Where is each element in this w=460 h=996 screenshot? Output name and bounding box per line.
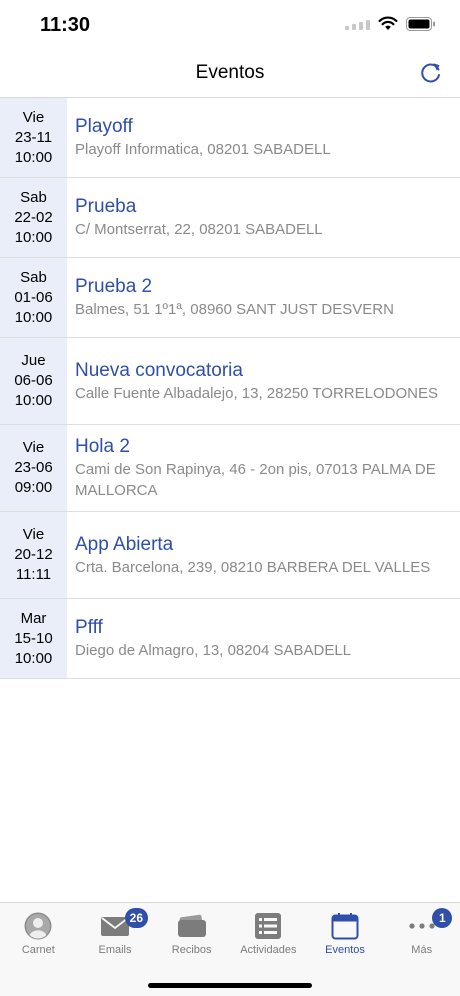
event-date-column: Jue 06-06 10:00 [0, 338, 67, 424]
event-title: Hola 2 [75, 436, 130, 457]
event-date: 06-06 [14, 372, 53, 389]
refresh-icon [421, 63, 440, 83]
event-address: Balmes, 51 1º1ª, 08960 SANT JUST DESVERN [75, 301, 394, 318]
battery-icon [406, 16, 436, 31]
tab-label: Más [411, 944, 433, 956]
cellular-signal-icon [345, 18, 370, 30]
event-date-column: Vie 20-12 11:11 [0, 512, 67, 598]
event-title: Pfff [75, 617, 103, 638]
event-time: 11:11 [15, 566, 52, 583]
event-date: 01-06 [14, 288, 53, 306]
tab-label: Eventos [325, 944, 365, 956]
event-info: App Abierta Crta. Barcelona, 239, 08210 B… [67, 512, 460, 598]
wallet-icon [177, 911, 207, 941]
event-time: 10:00 [14, 392, 53, 409]
tab-label: Emails [98, 944, 132, 956]
event-day: Sab [20, 188, 47, 206]
wifi-icon [378, 16, 398, 31]
tab-label: Carnet [21, 944, 55, 956]
event-time: 10:00 [14, 148, 53, 166]
event-title: Prueba 2 [75, 276, 153, 297]
event-date: 23-06 [14, 459, 53, 476]
event-title: Playoff [75, 116, 133, 137]
event-date-column: Sab 01-06 10:00 [0, 258, 67, 337]
event-day: Vie [22, 439, 45, 456]
event-title: Prueba [75, 196, 137, 217]
tab-carnet[interactable]: Carnet [0, 903, 77, 963]
event-time: 10:00 [14, 308, 53, 326]
event-row[interactable]: Vie 20-12 11:11 App Abierta Crta. Barcelona,… [0, 512, 460, 599]
notification-badge: 26 [124, 908, 149, 928]
screen: 11:30 Eventos Vie 23-11 10:00 Playoff Pl… [0, 0, 460, 996]
tab-emails[interactable]: Emails 26 [77, 903, 154, 963]
event-row[interactable]: Sab 22-02 10:00 Prueba C/ Montserrat, 22, 08… [0, 178, 460, 258]
event-address: Diego de Almagro, 13, 08204 SABADELL [75, 642, 352, 659]
tab-eventos[interactable]: Eventos [307, 903, 384, 963]
event-info: Pfff Diego de Almagro, 13, 08204 SABADELL [67, 599, 460, 678]
event-row[interactable]: Vie 23-11 10:00 Playoff Playoff Informatica,… [0, 98, 460, 178]
notification-badge: 1 [432, 908, 453, 928]
status-icons [345, 16, 436, 31]
event-time: 10:00 [14, 228, 53, 246]
event-list: Vie 23-11 10:00 Playoff Playoff Informatica,… [0, 98, 460, 679]
status-bar: 11:30 [0, 0, 460, 52]
event-title: App Abierta [75, 533, 174, 555]
tab-mas[interactable]: Más 1 [383, 903, 460, 963]
event-title: Nueva convocatoria [75, 359, 243, 381]
event-address: Cami de Son Rapinya, 46 - 2on pis, 07013… [75, 461, 436, 499]
page-title: Eventos [195, 62, 265, 83]
list-icon [253, 911, 283, 941]
event-info: Hola 2 Cami de Son Rapinya, 46 - 2on pis,… [67, 425, 460, 511]
event-address: C/ Montserrat, 22, 08201 SABADELL [75, 221, 323, 238]
tab-actividades[interactable]: Actividades [230, 903, 307, 963]
navigation-bar: Eventos [0, 52, 460, 98]
event-date-column: Mar 15-10 10:00 [0, 599, 67, 678]
event-info: Playoff Playoff Informatica, 08201 SABADE… [67, 98, 460, 177]
tabs: Carnet Emails 26 Recibos Actividades Eventos M… [0, 903, 460, 963]
event-row[interactable]: Sab 01-06 10:00 Prueba 2 Balmes, 51 1º1ª, 08… [0, 258, 460, 338]
person-icon [23, 911, 53, 941]
tab-bar: Carnet Emails 26 Recibos Actividades Eventos M… [0, 902, 460, 996]
event-date: 20-12 [14, 546, 53, 563]
event-date: 23-11 [14, 128, 53, 146]
event-row[interactable]: Vie 23-06 09:00 Hola 2 Cami de Son Rapinya, … [0, 425, 460, 512]
calendar-icon [330, 911, 360, 941]
event-date: 22-02 [14, 208, 53, 226]
event-date-column: Vie 23-06 09:00 [0, 425, 67, 511]
event-date-column: Vie 23-11 10:00 [0, 98, 67, 177]
refresh-button[interactable] [418, 60, 444, 86]
event-day: Vie [22, 108, 45, 126]
event-date: 15-10 [14, 629, 53, 647]
event-day: Mar [20, 609, 47, 627]
event-day: Jue [21, 352, 46, 369]
status-time: 11:30 [40, 14, 91, 36]
event-row[interactable]: Jue 06-06 10:00 Nueva convocatoria Calle Fue… [0, 338, 460, 425]
event-info: Prueba C/ Montserrat, 22, 08201 SABADELL [67, 178, 460, 257]
event-address: Crta. Barcelona, 239, 08210 BARBERA DEL … [75, 558, 431, 576]
tab-recibos[interactable]: Recibos [153, 903, 230, 963]
home-indicator [148, 983, 312, 988]
tab-label: Actividades [240, 944, 297, 956]
event-address: Calle Fuente Albadalejo, 13, 28250 TORRE… [75, 384, 438, 402]
event-time: 10:00 [14, 649, 53, 667]
event-day: Sab [20, 268, 47, 286]
event-info: Prueba 2 Balmes, 51 1º1ª, 08960 SANT JUST… [67, 258, 460, 337]
event-day: Vie [22, 526, 45, 543]
event-info: Nueva convocatoria Calle Fuente Albadalej… [67, 338, 460, 424]
tab-label: Recibos [171, 944, 212, 956]
event-row[interactable]: Mar 15-10 10:00 Pfff Diego de Almagro, 13, 0… [0, 599, 460, 679]
event-address: Playoff Informatica, 08201 SABADELL [75, 141, 331, 158]
event-date-column: Sab 22-02 10:00 [0, 178, 67, 257]
event-time: 09:00 [14, 479, 53, 496]
